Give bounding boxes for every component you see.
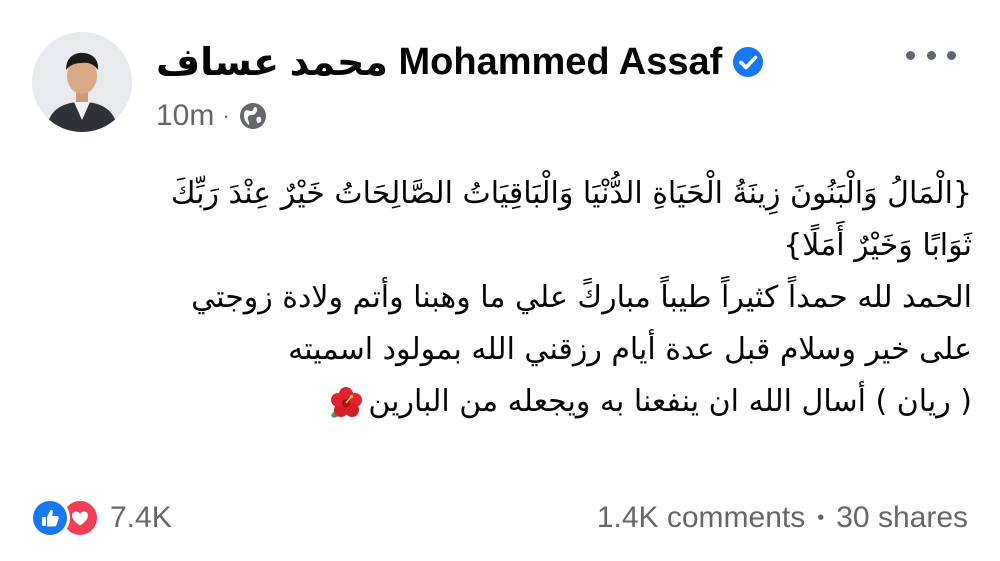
post-text-line: {الْمَالُ وَالْبَنُونَ زِينَةُ الْحَيَاة… xyxy=(170,176,972,211)
hibiscus-flower-icon xyxy=(328,385,364,421)
shares-count[interactable]: 30 shares xyxy=(836,501,968,535)
post-timestamp[interactable]: 10m xyxy=(156,99,214,133)
engagement-stats: 1.4K comments • 30 shares xyxy=(597,496,968,540)
post-text-line: ( ريان ) أسال الله ان ينفعنا به ويجعله م… xyxy=(368,384,972,419)
more-options-dot xyxy=(947,50,956,60)
reaction-count: 7.4K xyxy=(110,501,172,534)
author-name[interactable]: Mohammed Assaf xyxy=(399,41,723,84)
author-name-spacer xyxy=(388,41,399,84)
verified-badge-icon xyxy=(732,46,764,78)
like-icon xyxy=(30,498,70,538)
reactions-summary[interactable]: 7.4K xyxy=(30,496,172,540)
post-meta: 10m · xyxy=(156,97,268,135)
post-body: {الْمَالُ وَالْبَنُونَ زِينَةُ الْحَيَاة… xyxy=(26,168,972,428)
post-text-line: ثَوَابًا وَخَيْرٌ أَمَلًا} xyxy=(783,228,972,263)
more-options-dot xyxy=(926,50,936,60)
comments-count[interactable]: 1.4K comments xyxy=(597,501,805,535)
author-avatar[interactable] xyxy=(32,32,132,132)
post-text-line: الحمد لله حمداً كثيراً طيباً مباركً علي … xyxy=(191,280,972,315)
post-text-line: على خير وسلام قبل عدة أيام رزقني الله بم… xyxy=(288,332,972,367)
meta-separator: · xyxy=(222,103,230,128)
author-name-row: محمد عساف Mohammed Assaf xyxy=(156,36,764,88)
author-name-arabic[interactable]: محمد عساف xyxy=(156,40,388,85)
more-options-button[interactable] xyxy=(906,40,956,70)
facebook-post: محمد عساف Mohammed Assaf 10m · {الْمَالُ… xyxy=(0,0,1000,561)
globe-icon[interactable] xyxy=(238,101,268,131)
more-options-dot xyxy=(906,50,915,60)
stats-separator: • xyxy=(817,506,825,529)
post-text-last-line: ( ريان ) أسال الله ان ينفعنا به ويجعله م… xyxy=(26,376,972,428)
